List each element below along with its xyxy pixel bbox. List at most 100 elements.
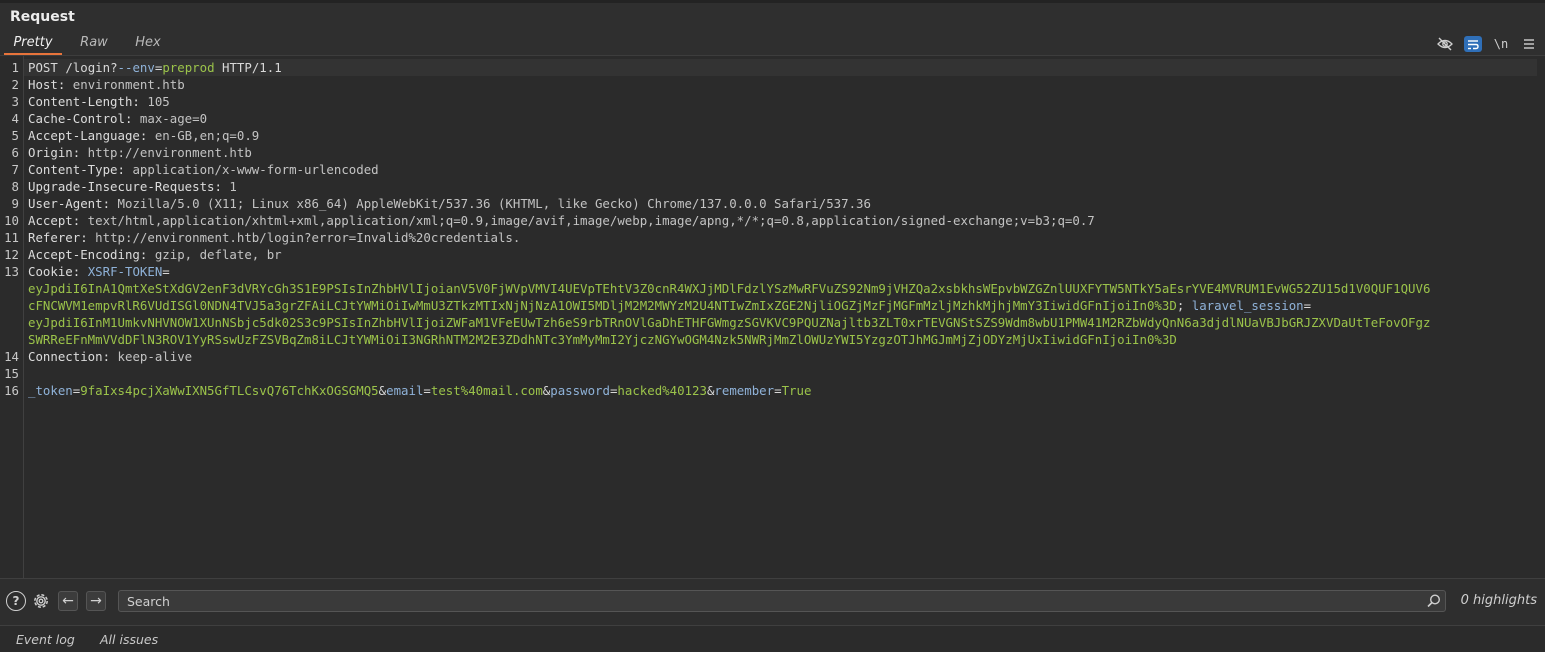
wrap-lines-icon[interactable] [1464,36,1482,52]
tab-hex[interactable]: Hex [128,33,168,55]
all-issues-link[interactable]: All issues [100,632,158,647]
code-token: text/html,application/xhtml+xml,applicat… [80,213,1095,228]
code-token: gzip, deflate, br [147,247,282,262]
next-match-arrow-icon[interactable]: → [86,591,106,611]
code-token: 1 [221,179,237,194]
code-token: keep-alive [110,349,193,364]
line-number: 16 [4,383,19,398]
line-code: Upgrade-Insecure-Requests: 1 [28,178,237,195]
code-token: Cache-Control: [28,111,133,126]
code-token: User-Agent: [28,196,111,211]
line-code: Host: environment.htb [28,76,185,93]
line-code: SWRReEFnMmVVdDFlN3ROV1YyRSswUzFZSVBqZm8i… [28,331,1177,348]
line-code: Cache-Control: max-age=0 [28,110,207,127]
code-token: environment.htb [65,77,185,92]
line-number: 15 [4,366,19,381]
code-token: http://environment.htb [80,145,252,160]
line-number: 8 [11,179,19,194]
help-icon[interactable]: ? [6,591,26,611]
code-token: laravel_session [1191,298,1304,313]
code-token: cFNCWVM1empvRlR6VUdISGl0NDN4TVJ5a3grZFAi… [28,298,1177,313]
code-token: eyJpdiI6InA1QmtXeStXdGV2enF3dVRYcGh3S1E9… [28,281,1431,296]
line-code: Accept-Language: en-GB,en;q=0.9 [28,127,259,144]
line-code: _token = 9faIxs4pcjXaWwIXN5GfTLCsvQ76TchKx… [28,382,811,399]
code-token: --env [117,60,155,75]
previous-match-arrow-icon[interactable]: ← [58,591,78,611]
code-token: remember [714,383,775,398]
code-token: _token [28,383,73,398]
line-code: Content-Type: application/x-www-form-url… [28,161,379,178]
line-code: eyJpdiI6InA1QmtXeStXdGV2enF3dVRYcGh3S1E9… [28,280,1430,297]
search-input[interactable] [118,590,1446,612]
line-number: 9 [11,196,19,211]
event-log-link[interactable]: Event log [16,632,75,647]
code-token: Accept-Language: [28,128,148,143]
search-bar: ? ← → 0 highlights [0,578,1545,625]
menu-icon[interactable] [1520,36,1538,52]
code-token: Accept-Encoding: [28,247,148,262]
code-token: Host: [28,77,66,92]
status-footer: Event log All issues [0,625,1545,652]
wrap-lines-glyph [1468,39,1479,49]
line-code: cFNCWVM1empvRlR6VUdISGl0NDN4TVJ5a3grZFAi… [28,297,1311,314]
line-code: Accept: text/html,application/xhtml+xml,… [28,212,1095,229]
tab-pretty[interactable]: Pretty [4,33,62,55]
line-code: Content-Length: 105 [28,93,170,110]
code-token: max-age=0 [132,111,208,126]
request-panel-header: Request Pretty Raw Hex \n [0,3,1545,56]
line-code: User-Agent: Mozilla/5.0 (X11; Linux x86_… [28,195,871,212]
hide-eye-glyph [1437,37,1453,51]
line-number: 13 [4,264,19,279]
request-editor[interactable]: 1 POST /login?--env=preprod HTTP/1.1 2 Host… [0,56,1545,578]
code-token: Upgrade-Insecure-Requests: [28,179,222,194]
code-token: = [774,383,782,398]
magnifier-glyph [1427,594,1441,608]
code-token: True [781,383,812,398]
code-token: Content-Type: [28,162,125,177]
code-token: Referer: [28,230,88,245]
line-number: 11 [4,230,19,245]
line-number: 7 [11,162,19,177]
line-number: 2 [11,77,19,92]
code-token: email [386,383,424,398]
code-token: Content-Length: [28,94,140,109]
panel-title: Request [10,9,75,25]
code-token: 9faIxs4pcjXaWwIXN5GfTLCsvQ76TchKxOGSGMQ5 [80,383,379,398]
code-token: XSRF-TOKEN [87,264,163,279]
code-token: = [1303,298,1312,313]
code-token: = [162,264,170,279]
hide-eye-icon[interactable] [1436,36,1454,52]
code-token: hacked%40123 [617,383,707,398]
line-code: Referer: http://environment.htb/login?er… [28,229,520,246]
highlights-count: 0 highlights [1460,593,1537,608]
line-number: 1 [11,60,19,75]
line-number: 3 [11,94,19,109]
code-token: Accept: [28,213,81,228]
line-code: Connection: keep-alive [28,348,192,365]
code-token: en-GB,en;q=0.9 [147,128,260,143]
menu-glyph [1524,39,1534,49]
gear-glyph [34,594,48,608]
code-token: /login? [65,60,118,75]
code-token: http://environment.htb/login?error=Inval… [87,230,521,245]
code-token: 105 [139,94,170,109]
code-token: ; [1176,298,1192,313]
line-number: 10 [4,213,19,228]
line-code: Cookie: XSRF-TOKEN= [28,263,170,280]
code-token: Mozilla/5.0 (X11; Linux x86_64) AppleWeb… [110,196,871,211]
code-token: application/x-www-form-urlencoded [124,162,379,177]
line-number: 5 [11,128,19,143]
newline-icon[interactable]: \n [1492,36,1510,52]
settings-gear-icon[interactable] [31,591,51,611]
search-icon[interactable] [1426,593,1442,609]
code-token: Connection: [28,349,111,364]
tab-raw[interactable]: Raw [72,33,116,55]
line-number: 14 [4,349,19,364]
code-token: = [423,383,431,398]
code-token: SWRReEFnMmVVdDFlN3ROV1YyRSswUzFZSVBqZm8i… [28,332,1177,347]
line-code: POST /login?--env=preprod HTTP/1.1 [28,59,282,76]
line-number: 6 [11,145,19,160]
code-token: Cookie: [28,264,81,279]
code-token: eyJpdiI6InM1UmkvNHVNOW1XUnNSbjc5dk02S3c9… [28,315,1431,330]
